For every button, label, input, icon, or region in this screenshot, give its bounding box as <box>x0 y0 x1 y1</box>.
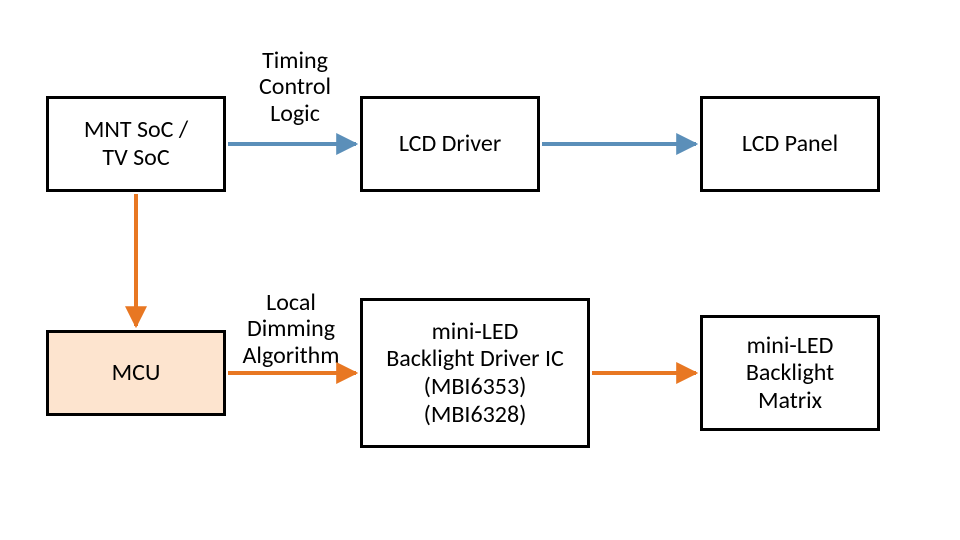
edge-label-local-dimming-algorithm: LocalDimmingAlgorithm <box>228 290 354 369</box>
node-bl-driver: mini-LEDBacklight Driver IC(MBI6353)(MBI… <box>360 298 590 448</box>
node-lcd-panel-label: LCD Panel <box>742 130 838 158</box>
arrows-layer <box>0 0 960 540</box>
node-lcd-panel: LCD Panel <box>700 96 880 192</box>
edge-label-timing-control-logic: TimingControlLogic <box>236 48 354 127</box>
node-lcd-driver: LCD Driver <box>360 96 540 192</box>
node-soc: MNT SoC /TV SoC <box>46 96 226 192</box>
node-bl-driver-label: mini-LEDBacklight Driver IC(MBI6353)(MBI… <box>386 318 564 428</box>
node-bl-matrix-label: mini-LEDBacklightMatrix <box>746 332 834 415</box>
node-mcu: MCU <box>46 330 226 416</box>
node-lcd-driver-label: LCD Driver <box>399 130 501 158</box>
diagram-canvas: MNT SoC /TV SoC LCD Driver LCD Panel MCU… <box>0 0 960 540</box>
node-soc-label: MNT SoC /TV SoC <box>84 116 188 171</box>
node-mcu-label: MCU <box>112 359 161 387</box>
node-bl-matrix: mini-LEDBacklightMatrix <box>700 315 880 431</box>
